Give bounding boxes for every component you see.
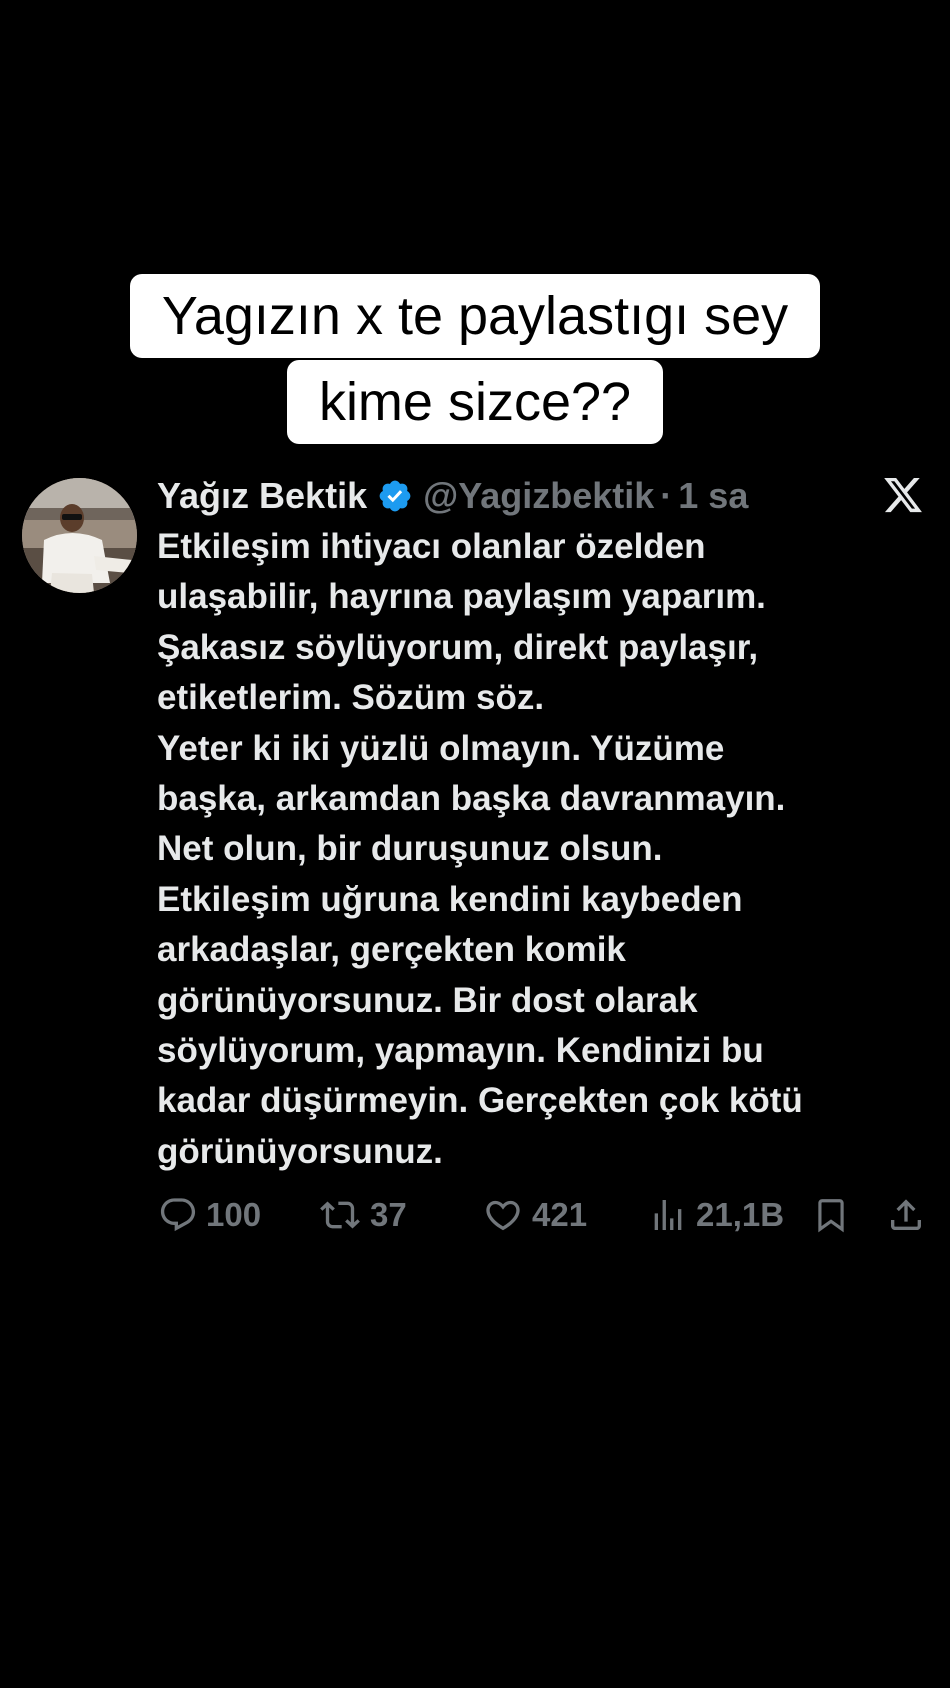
retweet-button[interactable]: 37 bbox=[318, 1190, 407, 1240]
like-button[interactable]: 421 bbox=[482, 1190, 587, 1240]
tweet-text-line: Etkileşim ihtiyacı olanlar özelden bbox=[157, 527, 706, 566]
reply-count: 100 bbox=[206, 1196, 262, 1233]
verified-badge-icon bbox=[377, 478, 413, 514]
tweet-header: Yağız Bektik @Yagizbektik · 1 sa bbox=[157, 470, 748, 522]
retweet-icon bbox=[320, 1201, 360, 1229]
reply-icon bbox=[160, 1198, 196, 1232]
tweet-text-line: görünüyorsunuz. bbox=[157, 1131, 443, 1171]
views-count: 21,1B bbox=[696, 1196, 785, 1233]
tweet-text-line: söylüyorum, yapmayın. Kendinizi bu bbox=[157, 1031, 764, 1071]
x-logo-icon bbox=[882, 474, 924, 516]
reply-button[interactable]: 100 bbox=[158, 1190, 261, 1240]
tweet-text-line: ulaşabilir, hayrına paylaşım yaparım. bbox=[157, 577, 766, 617]
tweet-text-line: başka, arkamdan başka davranmayın. bbox=[157, 779, 786, 819]
author-handle[interactable]: @Yagizbektik bbox=[423, 475, 654, 517]
tweet-text-line: görünüyorsunuz. Bir dost olarak bbox=[157, 980, 698, 1020]
separator-dot: · bbox=[660, 475, 673, 516]
tweet-text-line: Net olun, bir duruşunuz olsun. bbox=[157, 829, 663, 869]
caption-line-1: Yagızın x te paylastıgı sey bbox=[129, 274, 821, 358]
tweet-text-line: etiketlerim. Sözüm söz. bbox=[157, 678, 545, 718]
views-button[interactable]: 21,1B bbox=[648, 1190, 784, 1240]
tweet-text: Etkileşim ihtiyacı olanlar özelden ulaşa… bbox=[157, 522, 917, 1177]
caption-line-1-wrapper: Yagızın x te paylastıgı sey bbox=[0, 274, 950, 358]
share-button[interactable] bbox=[886, 1190, 934, 1240]
tweet-text-line: Etkileşim uğruna kendini kaybeden bbox=[157, 879, 743, 919]
tweet-text-line: kadar düşürmeyin. Gerçekten çok kötü bbox=[157, 1081, 803, 1121]
author-name[interactable]: Yağız Bektik bbox=[157, 475, 367, 517]
views-icon bbox=[654, 1200, 682, 1230]
heart-icon bbox=[486, 1200, 520, 1231]
share-icon bbox=[891, 1199, 921, 1230]
bookmark-button[interactable] bbox=[812, 1190, 858, 1240]
tweet-text-line: arkadaşlar, gerçekten komik bbox=[157, 930, 626, 970]
retweet-count: 37 bbox=[370, 1196, 407, 1233]
tweet-actions-bar: 100 37 421 21,1B bbox=[0, 1190, 950, 1240]
avatar[interactable] bbox=[22, 478, 137, 593]
caption-line-2-wrapper: kime sizce?? bbox=[0, 360, 950, 444]
bookmark-icon bbox=[818, 1199, 844, 1233]
caption-line-2: kime sizce?? bbox=[286, 360, 664, 444]
tweet-time[interactable]: 1 sa bbox=[678, 475, 748, 517]
tweet-text-line: Yeter ki iki yüzlü olmayın. Yüzüme bbox=[157, 728, 725, 768]
avatar-photo bbox=[22, 478, 137, 593]
tweet-text-line: Şakasız söylüyorum, direkt paylaşır, bbox=[157, 627, 759, 667]
like-count: 421 bbox=[532, 1196, 588, 1233]
